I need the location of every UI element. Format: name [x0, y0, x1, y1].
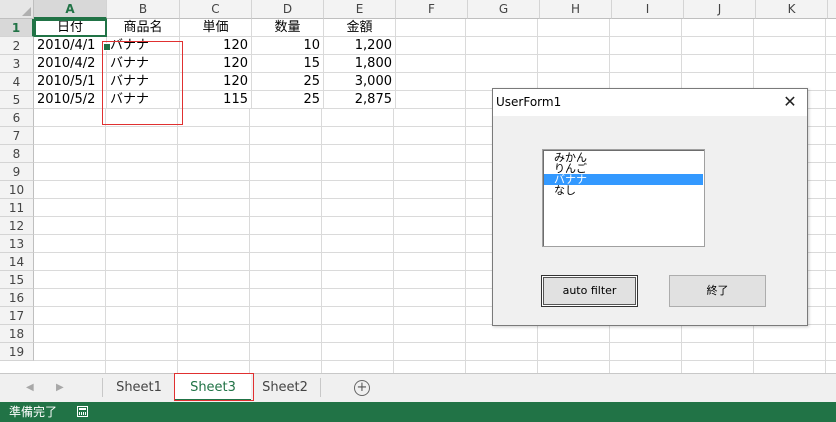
row-header-5[interactable]: 5 [0, 91, 34, 109]
cell-c5[interactable]: 115 [180, 91, 252, 109]
row-header-19[interactable]: 19 [0, 343, 34, 361]
annotation-red-box-tab [174, 373, 254, 401]
row-header-7[interactable]: 7 [0, 127, 34, 145]
cell-c3[interactable]: 120 [180, 55, 252, 73]
sheet-tab-bar: ◀ ▶ Sheet1 Sheet3 Sheet2 + [0, 373, 836, 402]
column-header-a[interactable]: A [34, 0, 107, 19]
userform-dialog: UserForm1 ✕ みかん りんご バナナ なし auto filter 終… [492, 88, 808, 326]
tab-sheet2[interactable]: Sheet2 [252, 374, 318, 401]
row-header-8[interactable]: 8 [0, 145, 34, 163]
userform-title: UserForm1 [496, 95, 562, 109]
cell-d1[interactable]: 数量 [252, 19, 324, 37]
row-header-13[interactable]: 13 [0, 235, 34, 253]
next-sheet-icon[interactable]: ▶ [56, 382, 64, 393]
row-header-4[interactable]: 4 [0, 73, 34, 91]
row-header-6[interactable]: 6 [0, 109, 34, 127]
userform-titlebar[interactable]: UserForm1 ✕ [493, 89, 807, 116]
column-header-l[interactable] [828, 0, 836, 19]
row-header-18[interactable]: 18 [0, 325, 34, 343]
cell-c2[interactable]: 120 [180, 37, 252, 55]
select-all-corner[interactable] [0, 0, 34, 19]
cell-b1[interactable]: 商品名 [107, 19, 180, 37]
column-header-j[interactable]: J [684, 0, 756, 19]
column-header-d[interactable]: D [252, 0, 324, 19]
cell-e4[interactable]: 3,000 [324, 73, 396, 91]
row-header-3[interactable]: 3 [0, 55, 34, 73]
row-header-14[interactable]: 14 [0, 253, 34, 271]
cell-e2[interactable]: 1,200 [324, 37, 396, 55]
add-sheet-icon[interactable]: + [354, 380, 370, 396]
row-header-12[interactable]: 12 [0, 217, 34, 235]
annotation-red-box-column-b [102, 41, 183, 125]
cell-c4[interactable]: 120 [180, 73, 252, 91]
tab-separator [320, 378, 321, 397]
select-all-icon [22, 7, 31, 16]
tab-sheet1[interactable]: Sheet1 [103, 374, 175, 401]
auto-filter-button[interactable]: auto filter [541, 275, 638, 307]
cell-d4[interactable]: 25 [252, 73, 324, 91]
status-bar: 準備完了 [0, 402, 836, 422]
cell-a5[interactable]: 2010/5/2 [34, 91, 107, 109]
cell-a2[interactable]: 2010/4/1 [34, 37, 107, 55]
row-header-11[interactable]: 11 [0, 199, 34, 217]
cell-c1[interactable]: 単価 [180, 19, 252, 37]
status-text: 準備完了 [9, 405, 58, 419]
row-header-10[interactable]: 10 [0, 181, 34, 199]
row-header-1[interactable]: 1 [0, 19, 34, 37]
cell-a3[interactable]: 2010/4/2 [34, 55, 107, 73]
cell-e3[interactable]: 1,800 [324, 55, 396, 73]
list-item[interactable]: なし [544, 185, 703, 196]
row-header-15[interactable]: 15 [0, 271, 34, 289]
column-header-h[interactable]: H [540, 0, 612, 19]
close-icon[interactable]: ✕ [781, 93, 799, 111]
active-cell-border [34, 19, 107, 37]
fruit-listbox[interactable]: みかん りんご バナナ なし [542, 149, 705, 247]
cell-d2[interactable]: 10 [252, 37, 324, 55]
exit-button[interactable]: 終了 [669, 275, 766, 307]
column-header-i[interactable]: I [612, 0, 684, 19]
column-header-f[interactable]: F [396, 0, 468, 19]
row-header-17[interactable]: 17 [0, 307, 34, 325]
row-header-9[interactable]: 9 [0, 163, 34, 181]
cell-d5[interactable]: 25 [252, 91, 324, 109]
column-header-c[interactable]: C [180, 0, 252, 19]
column-header-g[interactable]: G [468, 0, 540, 19]
macro-record-icon[interactable] [77, 406, 88, 417]
prev-sheet-icon[interactable]: ◀ [26, 382, 34, 393]
row-header-16[interactable]: 16 [0, 289, 34, 307]
cell-d3[interactable]: 15 [252, 55, 324, 73]
cell-a4[interactable]: 2010/5/1 [34, 73, 107, 91]
row-header-2[interactable]: 2 [0, 37, 34, 55]
column-header-e[interactable]: E [324, 0, 396, 19]
column-header-k[interactable]: K [756, 0, 828, 19]
cell-e5[interactable]: 2,875 [324, 91, 396, 109]
cell-e1[interactable]: 金額 [324, 19, 396, 37]
column-header-b[interactable]: B [107, 0, 180, 19]
